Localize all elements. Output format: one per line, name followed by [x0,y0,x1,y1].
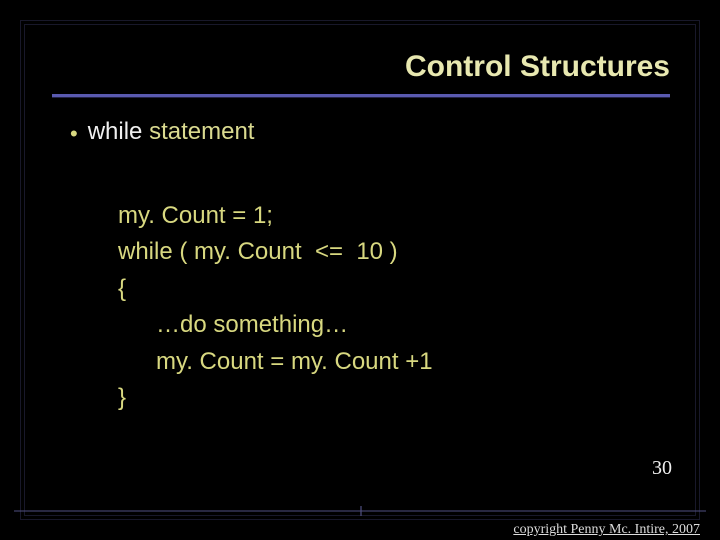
bullet-item: • while statement [70,118,666,146]
code-line: } [118,380,646,416]
footer: copyright Penny Mc. Intire, 2007 [0,510,720,540]
slide: Control Structures • while statement my.… [14,14,706,526]
copyright-text: copyright Penny Mc. Intire, 2007 [513,522,700,538]
code-line: { [118,271,646,307]
code-line: …do something… [118,307,646,343]
bullet-text: while statement [88,118,255,146]
bullet-dot-icon: • [70,123,78,145]
slide-title: Control Structures [405,50,670,84]
code-block: my. Count = 1; while ( my. Count <= 10 )… [118,198,646,417]
title-underline [52,94,670,97]
slide-number: 30 [652,457,672,480]
footer-tick-icon [360,506,362,516]
code-line: my. Count = my. Count +1 [118,344,646,380]
title-wrap: Control Structures [14,50,670,84]
bullet-prefix: while [88,118,143,145]
code-line: my. Count = 1; [118,198,646,234]
code-line: while ( my. Count <= 10 ) [118,234,646,270]
bullet-list: • while statement [70,118,666,146]
bullet-rest: statement [142,118,254,145]
